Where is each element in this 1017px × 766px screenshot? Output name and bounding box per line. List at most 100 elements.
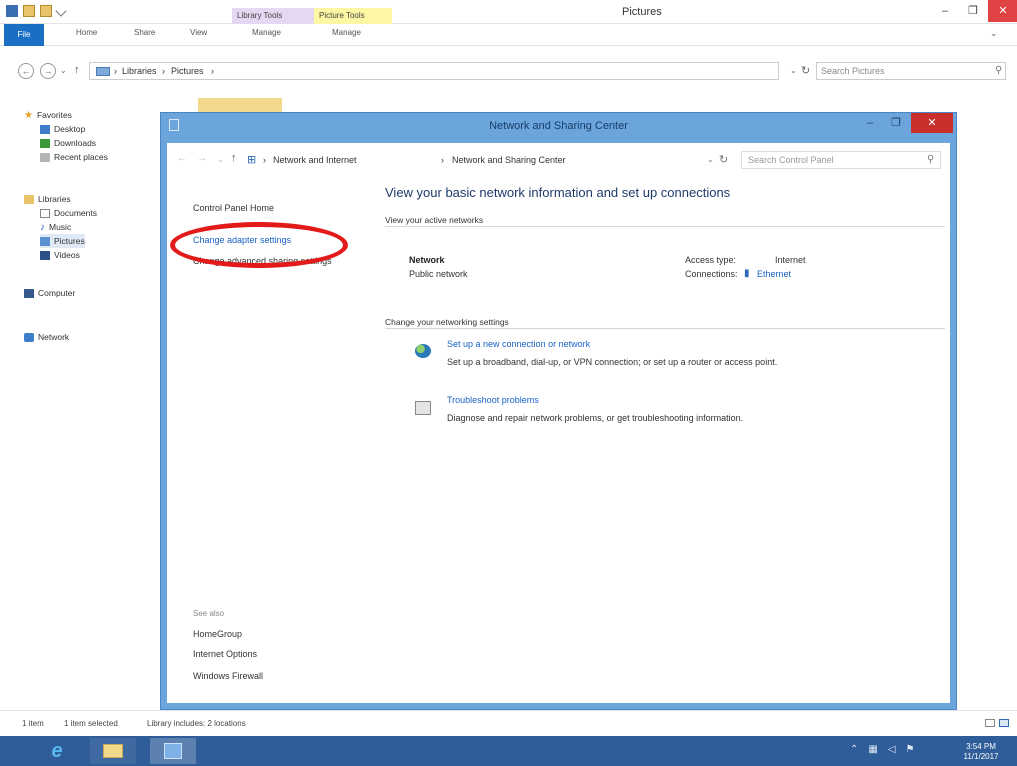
search-input[interactable]: Search Pictures (816, 62, 1006, 80)
internet-options-link[interactable]: Internet Options (193, 649, 257, 659)
address-box[interactable]: › Libraries › Pictures › (89, 62, 779, 80)
expand-ribbon-icon[interactable]: ⌄ (990, 28, 998, 39)
star-icon: ★ (24, 109, 33, 121)
breadcrumb-separator[interactable]: › (211, 66, 214, 76)
address-box[interactable]: ⊞ › Network and Internet › Network and S… (245, 151, 703, 169)
nav-item-label: Pictures (54, 236, 85, 246)
tab-share[interactable]: Share (134, 28, 155, 37)
new-connection-icon (415, 344, 431, 358)
recent-locations-icon[interactable]: ⌄ (217, 155, 224, 164)
nav-item-videos[interactable]: Videos (40, 248, 80, 262)
details-view-icon[interactable] (985, 719, 995, 727)
chevron-down-icon[interactable] (55, 5, 67, 17)
address-dropdown-icon[interactable]: ⌄ (707, 155, 714, 164)
tab-manage-picture[interactable]: Manage (332, 28, 361, 37)
status-bar: 1 item 1 item selected Library includes:… (0, 710, 1017, 736)
address-dropdown-icon[interactable]: ⌄ (790, 66, 797, 75)
nav-item-pictures[interactable]: Pictures (40, 234, 85, 248)
nav-item-recent[interactable]: Recent places (40, 150, 108, 164)
network-icon (24, 332, 34, 342)
clock-date: 11/1/2017 (963, 752, 999, 761)
music-icon: ♪ (40, 221, 45, 233)
computer-icon (24, 288, 34, 298)
close-button[interactable]: ✕ (988, 0, 1017, 22)
status-library-info: Library includes: 2 locations (147, 719, 246, 728)
internet-explorer-icon[interactable]: e (34, 738, 80, 764)
nav-item-libraries[interactable]: Libraries (24, 192, 71, 206)
forward-button[interactable]: → (40, 63, 56, 79)
troubleshoot-link[interactable]: Troubleshoot problems (447, 395, 539, 405)
breadcrumb-network-internet[interactable]: Network and Internet (273, 155, 357, 165)
nav-item-label: Desktop (54, 124, 86, 134)
nav-item-network[interactable]: Network (24, 330, 69, 344)
nav-item-label: Recent places (54, 152, 108, 162)
setup-connection-link[interactable]: Set up a new connection or network (447, 339, 590, 349)
file-explorer-taskbar-button[interactable] (90, 738, 136, 764)
ethernet-connection-link[interactable]: Ethernet (757, 269, 791, 279)
access-type-value: Internet (775, 255, 806, 265)
breadcrumb-libraries[interactable]: Libraries (122, 66, 157, 76)
tab-home[interactable]: Home (76, 28, 97, 37)
control-panel-taskbar-button[interactable] (150, 738, 196, 764)
downloads-icon (40, 138, 50, 148)
breadcrumb-separator[interactable]: › (263, 155, 266, 165)
library-icon (96, 67, 110, 76)
control-panel-home-link[interactable]: Control Panel Home (193, 203, 274, 213)
nav-item-label: Favorites (36, 110, 72, 120)
app-icon[interactable] (6, 5, 18, 17)
nsc-window-title: Network and Sharing Center (489, 120, 628, 132)
nsc-maximize-button[interactable]: ❐ (883, 113, 909, 133)
recent-locations-icon[interactable]: ⌄ (60, 66, 67, 75)
nav-item-documents[interactable]: Documents (40, 206, 97, 220)
breadcrumb-separator[interactable]: › (162, 66, 165, 76)
search-icon[interactable]: ⚲ (927, 154, 934, 165)
back-button[interactable]: ← (177, 153, 187, 164)
tab-file[interactable]: File (4, 24, 44, 46)
breadcrumb-separator[interactable]: › (114, 66, 117, 76)
control-panel-search-input[interactable]: Search Control Panel (741, 151, 941, 169)
nav-item-label: Network (38, 332, 70, 342)
nav-item-desktop[interactable]: Desktop (40, 122, 85, 136)
refresh-icon[interactable]: ↻ (801, 64, 810, 77)
large-icons-view-icon[interactable] (999, 719, 1009, 727)
new-folder-icon[interactable] (40, 5, 52, 17)
nav-item-downloads[interactable]: Downloads (40, 136, 96, 150)
minimize-button[interactable]: – (930, 0, 960, 22)
quick-access-toolbar (6, 5, 67, 17)
clock[interactable]: 3:54 PM 11/1/2017 (956, 742, 1006, 762)
refresh-icon[interactable]: ↻ (719, 153, 728, 166)
breadcrumb-network-sharing-center[interactable]: Network and Sharing Center (452, 155, 566, 165)
active-networks-section: View your active networks (385, 215, 945, 227)
folder-icon (103, 744, 123, 758)
volume-icon[interactable]: ◁ (888, 744, 896, 755)
windows-firewall-link[interactable]: Windows Firewall (193, 671, 263, 681)
clock-time: 3:54 PM (966, 742, 996, 751)
network-status-icon[interactable]: ▦ (868, 744, 877, 755)
search-icon[interactable]: ⚲ (995, 65, 1002, 76)
breadcrumb-separator[interactable]: › (441, 155, 444, 165)
forward-button[interactable]: → (197, 153, 207, 164)
show-hidden-icons-icon[interactable]: ⌃ (850, 744, 858, 755)
maximize-button[interactable]: ❐ (958, 0, 988, 22)
libraries-icon (24, 194, 34, 204)
nav-item-music[interactable]: ♪ Music (40, 220, 71, 234)
nsc-minimize-button[interactable]: – (857, 113, 883, 133)
nav-item-label: Documents (54, 208, 97, 218)
back-button[interactable]: ← (18, 63, 34, 79)
control-panel-icon (164, 743, 182, 759)
tab-manage-library[interactable]: Manage (252, 28, 281, 37)
nav-item-label: Libraries (38, 194, 71, 204)
homegroup-link[interactable]: HomeGroup (193, 629, 242, 639)
nav-item-computer[interactable]: Computer (24, 286, 75, 300)
status-item-count: 1 item (22, 719, 44, 728)
up-button[interactable]: ↑ (231, 152, 237, 164)
breadcrumb-pictures[interactable]: Pictures (171, 66, 204, 76)
nav-item-label: Videos (54, 250, 80, 260)
action-center-flag-icon[interactable]: ⚑ (906, 744, 915, 755)
properties-icon[interactable] (23, 5, 35, 17)
nsc-close-button[interactable]: ✕ (911, 113, 953, 133)
up-button[interactable]: ↑ (74, 64, 80, 76)
tab-view[interactable]: View (190, 28, 207, 37)
nav-item-favorites[interactable]: ★ Favorites (24, 108, 72, 122)
folder-item[interactable] (198, 98, 282, 112)
